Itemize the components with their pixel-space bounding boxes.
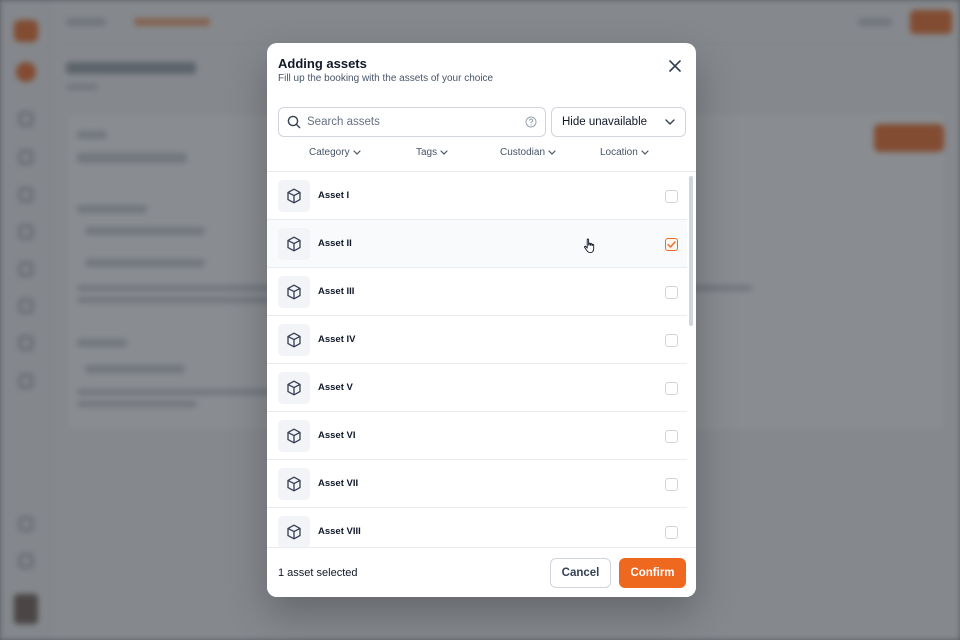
asset-list[interactable]: Asset I Asset II Asset III Asset IV Asse…	[267, 172, 696, 547]
filter-location[interactable]: Location	[600, 147, 649, 158]
chevron-down-icon	[665, 119, 675, 125]
chevron-down-icon	[352, 150, 361, 155]
package-box-icon	[287, 476, 301, 492]
list-scrollbar[interactable]	[689, 176, 693, 326]
asset-thumbnail	[278, 420, 310, 452]
dialog-subtitle: Fill up the booking with the assets of y…	[278, 73, 494, 84]
help-circle-icon[interactable]	[525, 116, 537, 128]
filter-bar: Category Tags Custodian Location	[278, 147, 686, 163]
asset-thumbnail	[278, 276, 310, 308]
filter-label: Category	[309, 147, 350, 158]
availability-select-value: Hide unavailable	[562, 116, 648, 128]
asset-name: Asset IV	[318, 334, 356, 345]
asset-checkbox[interactable]	[665, 478, 678, 491]
hand-pointer-icon	[584, 238, 595, 254]
package-box-icon	[287, 524, 301, 540]
asset-thumbnail	[278, 324, 310, 356]
asset-row[interactable]: Asset V	[267, 364, 687, 412]
asset-thumbnail	[278, 180, 310, 212]
filter-custodian[interactable]: Custodian	[500, 147, 556, 158]
asset-checkbox[interactable]	[665, 430, 678, 443]
asset-name: Asset VIII	[318, 526, 361, 537]
package-box-icon	[287, 284, 301, 300]
filter-label: Location	[600, 147, 638, 158]
filter-label: Custodian	[500, 147, 546, 158]
asset-thumbnail	[278, 228, 310, 260]
asset-name: Asset III	[318, 286, 355, 297]
selected-count: 1 asset selected	[278, 567, 358, 579]
search-field[interactable]	[278, 107, 546, 137]
chevron-down-icon	[641, 150, 649, 155]
check-icon	[667, 241, 676, 248]
asset-checkbox[interactable]	[665, 334, 678, 347]
asset-row[interactable]: Asset VI	[267, 412, 687, 460]
package-box-icon	[287, 188, 301, 204]
asset-row[interactable]: Asset IV	[267, 316, 687, 364]
asset-checkbox[interactable]	[665, 526, 678, 539]
asset-row[interactable]: Asset VII	[267, 460, 687, 508]
package-box-icon	[287, 332, 301, 348]
asset-checkbox[interactable]	[665, 382, 678, 395]
asset-row[interactable]: Asset VIII	[267, 508, 687, 547]
dialog-title: Adding assets	[278, 56, 367, 71]
asset-checkbox[interactable]	[665, 286, 678, 299]
filter-tags[interactable]: Tags	[416, 147, 448, 158]
asset-checkbox[interactable]	[665, 190, 678, 203]
close-icon	[669, 60, 681, 72]
adding-assets-dialog: Adding assets Fill up the booking with t…	[267, 43, 696, 597]
asset-name: Asset VI	[318, 430, 356, 441]
availability-select[interactable]: Hide unavailable	[551, 107, 686, 137]
asset-name: Asset II	[318, 238, 352, 249]
chevron-down-icon	[440, 150, 448, 155]
filter-label: Tags	[416, 147, 438, 158]
search-input[interactable]	[307, 116, 525, 128]
asset-name: Asset V	[318, 382, 353, 393]
dialog-footer: 1 asset selected Cancel Confirm	[267, 547, 696, 597]
asset-row[interactable]: Asset I	[267, 172, 687, 220]
asset-thumbnail	[278, 516, 310, 547]
asset-checkbox[interactable]	[665, 238, 678, 251]
search-icon	[287, 115, 301, 129]
filter-category[interactable]: Category	[309, 147, 361, 158]
asset-thumbnail	[278, 372, 310, 404]
close-button[interactable]	[666, 57, 684, 75]
asset-name: Asset I	[318, 190, 350, 201]
confirm-button[interactable]: Confirm	[619, 558, 686, 588]
cancel-button[interactable]: Cancel	[550, 558, 611, 588]
chevron-down-icon	[548, 150, 556, 155]
package-box-icon	[287, 380, 301, 396]
package-box-icon	[287, 428, 301, 444]
asset-thumbnail	[278, 468, 310, 500]
package-box-icon	[287, 236, 301, 252]
asset-name: Asset VII	[318, 478, 359, 489]
asset-row[interactable]: Asset II	[267, 220, 687, 268]
asset-row[interactable]: Asset III	[267, 268, 687, 316]
